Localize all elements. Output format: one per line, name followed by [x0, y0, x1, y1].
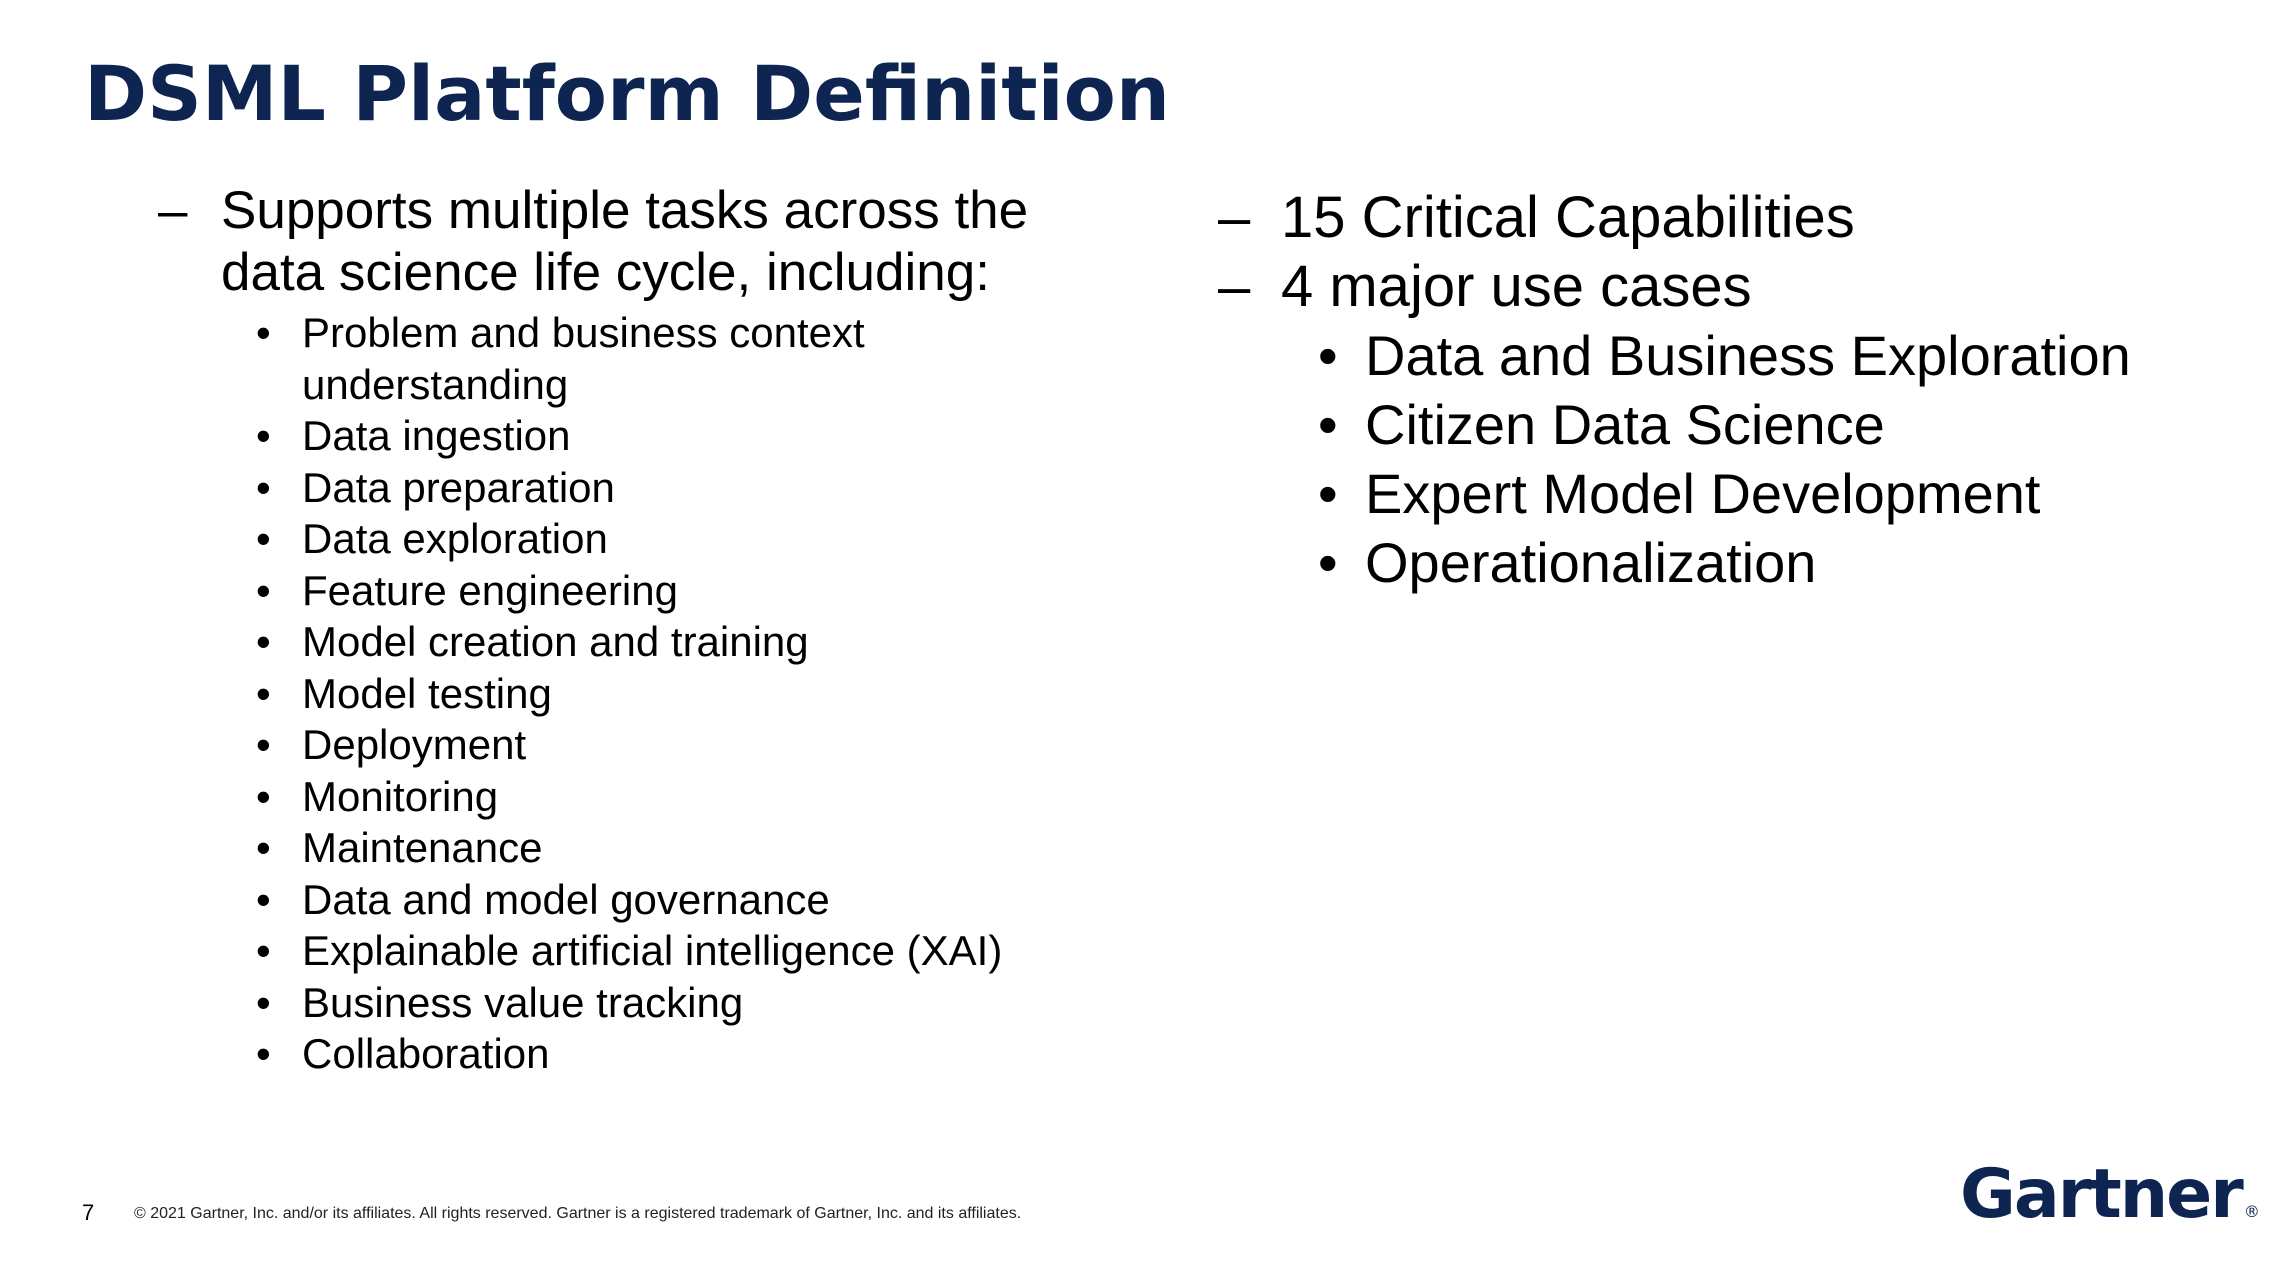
left-column: – Supports multiple tasks across the dat…: [158, 180, 1118, 1080]
bullet-marker: •: [256, 618, 271, 665]
bullet-marker: •: [256, 824, 271, 871]
bullet-marker: •: [1318, 393, 1338, 456]
page-title: DSML Platform Definition: [84, 49, 1170, 138]
list-item: • Data preparation: [256, 462, 1118, 514]
bullet-marker: •: [256, 669, 271, 717]
bullet-marker: •: [256, 772, 271, 820]
right-column: – 15 Critical Capabilities – 4 major use…: [1218, 183, 2218, 597]
registered-mark: ®: [2243, 1202, 2260, 1221]
list-item: • Feature engineering: [256, 565, 1118, 617]
left-dash-item: – Supports multiple tasks across the dat…: [158, 180, 1118, 304]
list-item-text: Deployment: [302, 721, 527, 768]
bullet-marker: •: [256, 515, 271, 562]
dash-marker: –: [1218, 185, 1251, 250]
list-item-text: Model testing: [302, 669, 552, 717]
list-item: • Problem and business context understand…: [256, 307, 1118, 410]
list-item-text: Data and Business Exploration: [1365, 324, 2131, 387]
list-item: • Model testing: [256, 668, 1118, 720]
bullet-marker: •: [1318, 531, 1338, 594]
bullet-marker: •: [256, 463, 271, 511]
list-item: • Deployment: [256, 719, 1118, 771]
list-item-text: Feature engineering: [302, 566, 678, 614]
bullet-marker: •: [256, 721, 271, 768]
list-item-text: Data ingestion: [302, 412, 571, 459]
list-item: • Data ingestion: [256, 410, 1118, 462]
list-item: • Operationalization: [1318, 528, 2218, 597]
dash-marker: –: [1218, 254, 1251, 319]
right-dash-item: – 4 major use cases: [1218, 252, 2218, 321]
bullet-marker: •: [256, 875, 271, 923]
bullet-marker: •: [256, 1030, 271, 1077]
list-item: • Maintenance: [256, 822, 1118, 874]
bullet-marker: •: [256, 566, 271, 614]
list-item: • Monitoring: [256, 771, 1118, 823]
capabilities-point: 15 Critical Capabilities: [1281, 185, 1855, 250]
bullet-marker: •: [1318, 324, 1338, 387]
list-item-text: Data preparation: [302, 463, 615, 511]
list-item-text: Problem and business context understandi…: [302, 309, 865, 408]
bullet-marker: •: [1318, 462, 1338, 525]
list-item: • Data exploration: [256, 513, 1118, 565]
list-item-text: Expert Model Development: [1365, 462, 2041, 525]
use-case-list: • Data and Business Exploration • Citizen …: [1318, 321, 2218, 597]
logo-text: Gartner: [1960, 1155, 2244, 1234]
gartner-logo: Gartner ®: [1960, 1155, 2260, 1234]
list-item-text: Data and model governance: [302, 875, 830, 923]
list-item-text: Data exploration: [302, 515, 608, 562]
list-item-text: Model creation and training: [302, 618, 809, 665]
list-item-text: Citizen Data Science: [1365, 393, 1885, 456]
list-item: • Explainable artificial intelligence (XA…: [256, 925, 1118, 977]
right-dash-item: – 15 Critical Capabilities: [1218, 183, 2218, 252]
list-item-text: Monitoring: [302, 772, 499, 820]
list-item-text: Operationalization: [1365, 531, 1817, 594]
page-number: 7: [82, 1200, 95, 1225]
left-heading: Supports multiple tasks across the data …: [221, 181, 1029, 302]
list-item-text: Collaboration: [302, 1030, 550, 1077]
list-item: • Model creation and training: [256, 616, 1118, 668]
list-item: • Business value tracking: [256, 977, 1118, 1029]
bullet-marker: •: [256, 309, 271, 356]
bullet-marker: •: [256, 927, 271, 974]
list-item: • Citizen Data Science: [1318, 390, 2218, 459]
list-item-text: Maintenance: [302, 824, 543, 871]
bullet-marker: •: [256, 978, 271, 1026]
dash-marker: –: [158, 181, 188, 240]
use-cases-point: 4 major use cases: [1281, 254, 1752, 319]
copyright-notice: © 2021 Gartner, Inc. and/or its affiliat…: [134, 1205, 1022, 1222]
list-item-text: Explainable artificial intelligence (XAI…: [302, 927, 1003, 974]
list-item: • Data and Business Exploration: [1318, 321, 2218, 390]
list-item: • Expert Model Development: [1318, 459, 2218, 528]
bullet-marker: •: [256, 412, 271, 459]
list-item: • Collaboration: [256, 1028, 1118, 1080]
task-list: • Problem and business context understand…: [256, 307, 1118, 1080]
list-item-text: Business value tracking: [302, 978, 744, 1026]
list-item: • Data and model governance: [256, 874, 1118, 926]
